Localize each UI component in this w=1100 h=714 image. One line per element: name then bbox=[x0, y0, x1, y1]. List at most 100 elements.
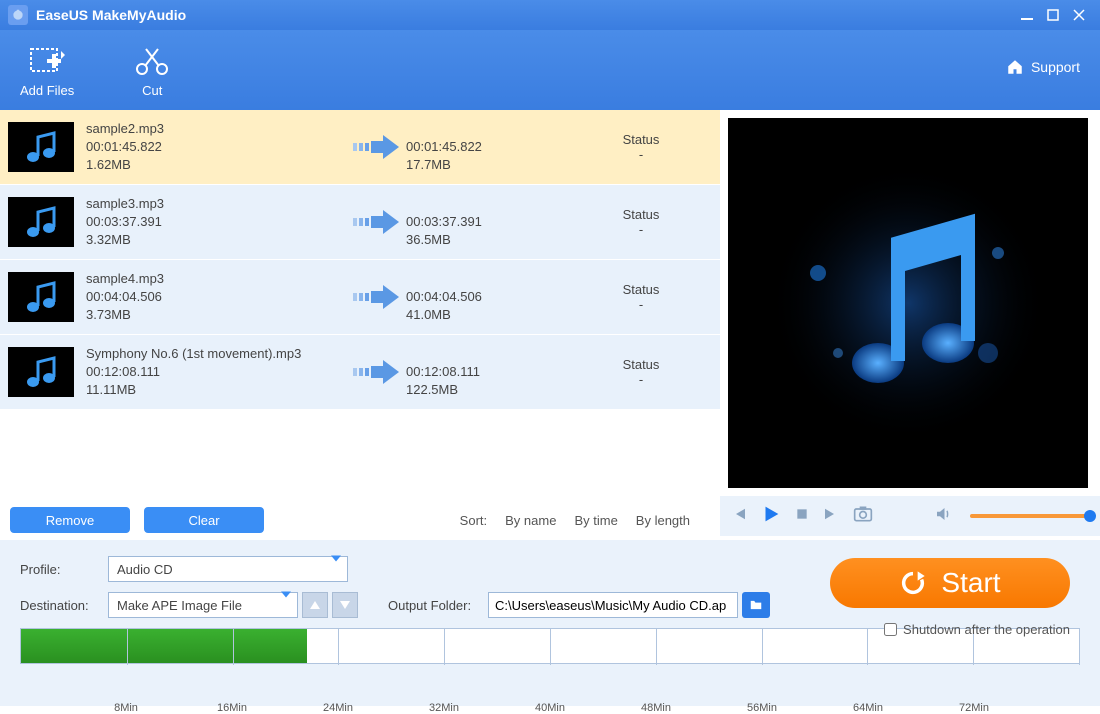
refresh-icon bbox=[899, 569, 927, 597]
cut-label: Cut bbox=[142, 83, 162, 98]
status-label: Status bbox=[586, 357, 696, 372]
timeline-tick: 40Min bbox=[535, 702, 565, 714]
timeline-tick: 8Min bbox=[114, 702, 138, 714]
arrow-icon bbox=[346, 208, 406, 236]
file-status: Status- bbox=[586, 282, 696, 312]
file-name: sample4.mp3 bbox=[86, 270, 346, 288]
output-duration: 00:03:37.391 bbox=[406, 213, 586, 231]
add-files-label: Add Files bbox=[20, 83, 74, 98]
sort-by-length[interactable]: By length bbox=[636, 513, 690, 528]
close-button[interactable] bbox=[1066, 5, 1092, 25]
file-status: Status- bbox=[586, 357, 696, 387]
profile-value: Audio CD bbox=[117, 562, 173, 577]
file-info-output: 00:12:08.111122.5MB bbox=[406, 345, 586, 400]
destination-select[interactable]: Make APE Image File bbox=[108, 592, 298, 618]
timeline-tick: 72Min bbox=[959, 702, 989, 714]
status-label: Status bbox=[586, 282, 696, 297]
file-duration: 00:12:08.111 bbox=[86, 363, 346, 381]
clear-button[interactable]: Clear bbox=[144, 507, 264, 533]
prev-track-button[interactable] bbox=[730, 505, 748, 528]
music-note-icon bbox=[758, 153, 1058, 453]
output-size: 41.0MB bbox=[406, 306, 586, 324]
file-duration: 00:04:04.506 bbox=[86, 288, 346, 306]
next-track-button[interactable] bbox=[822, 505, 840, 528]
move-up-button[interactable] bbox=[302, 592, 328, 618]
browse-folder-button[interactable] bbox=[742, 592, 770, 618]
player-controls bbox=[720, 496, 1100, 536]
preview-canvas bbox=[728, 118, 1088, 488]
file-row[interactable]: sample2.mp300:01:45.8221.62MB 00:01:45.8… bbox=[0, 110, 720, 185]
add-files-icon bbox=[27, 43, 67, 79]
profile-select[interactable]: Audio CD bbox=[108, 556, 348, 582]
chevron-down-icon bbox=[281, 598, 291, 613]
play-button[interactable] bbox=[760, 503, 782, 530]
sort-label: Sort: bbox=[460, 513, 487, 528]
file-row[interactable]: sample4.mp300:04:04.5063.73MB 00:04:04.5… bbox=[0, 260, 720, 335]
file-info-output: 00:04:04.50641.0MB bbox=[406, 270, 586, 325]
status-label: Status bbox=[586, 207, 696, 222]
output-size: 17.7MB bbox=[406, 156, 586, 174]
move-down-button[interactable] bbox=[332, 592, 358, 618]
destination-value: Make APE Image File bbox=[117, 598, 242, 613]
output-folder-label: Output Folder: bbox=[388, 598, 488, 613]
stop-button[interactable] bbox=[794, 506, 810, 527]
status-value: - bbox=[586, 222, 696, 237]
start-label: Start bbox=[941, 567, 1000, 599]
titlebar: EaseUS MakeMyAudio bbox=[0, 0, 1100, 30]
chevron-down-icon bbox=[331, 562, 341, 577]
status-label: Status bbox=[586, 132, 696, 147]
file-duration: 00:01:45.822 bbox=[86, 138, 346, 156]
volume-slider[interactable] bbox=[970, 514, 1090, 518]
sort-by-name[interactable]: By name bbox=[505, 513, 556, 528]
file-thumbnail bbox=[8, 122, 74, 172]
destination-label: Destination: bbox=[20, 598, 108, 613]
home-icon bbox=[1005, 58, 1025, 76]
folder-icon bbox=[748, 598, 764, 612]
support-link[interactable]: Support bbox=[1005, 58, 1080, 76]
bottom-panel: Profile: Audio CD Destination: Make APE … bbox=[0, 540, 1100, 706]
shutdown-checkbox[interactable] bbox=[884, 623, 897, 636]
timeline-tick: 56Min bbox=[747, 702, 777, 714]
remove-button[interactable]: Remove bbox=[10, 507, 130, 533]
output-duration: 00:12:08.111 bbox=[406, 363, 586, 381]
file-info-output: 00:03:37.39136.5MB bbox=[406, 195, 586, 250]
status-value: - bbox=[586, 372, 696, 387]
file-name: Symphony No.6 (1st movement).mp3 bbox=[86, 345, 346, 363]
output-duration: 00:01:45.822 bbox=[406, 138, 586, 156]
profile-label: Profile: bbox=[20, 562, 108, 577]
minimize-button[interactable] bbox=[1014, 5, 1040, 25]
file-status: Status- bbox=[586, 132, 696, 162]
arrow-icon bbox=[346, 133, 406, 161]
output-duration: 00:04:04.506 bbox=[406, 288, 586, 306]
timeline-tick: 16Min bbox=[217, 702, 247, 714]
file-name: sample3.mp3 bbox=[86, 195, 346, 213]
status-value: - bbox=[586, 297, 696, 312]
shutdown-option[interactable]: Shutdown after the operation bbox=[884, 622, 1070, 637]
timeline-tick: 32Min bbox=[429, 702, 459, 714]
output-folder-input[interactable] bbox=[488, 592, 738, 618]
start-button[interactable]: Start bbox=[830, 558, 1070, 608]
shutdown-label: Shutdown after the operation bbox=[903, 622, 1070, 637]
file-row[interactable]: Symphony No.6 (1st movement).mp300:12:08… bbox=[0, 335, 720, 410]
file-thumbnail bbox=[8, 197, 74, 247]
maximize-button[interactable] bbox=[1040, 5, 1066, 25]
volume-icon[interactable] bbox=[934, 505, 952, 528]
file-name: sample2.mp3 bbox=[86, 120, 346, 138]
scissors-icon bbox=[134, 43, 170, 79]
cut-button[interactable]: Cut bbox=[134, 43, 170, 98]
status-value: - bbox=[586, 147, 696, 162]
snapshot-button[interactable] bbox=[852, 504, 874, 529]
timeline-tick: 48Min bbox=[641, 702, 671, 714]
file-size: 3.32MB bbox=[86, 231, 346, 249]
output-size: 122.5MB bbox=[406, 381, 586, 399]
sort-by-time[interactable]: By time bbox=[574, 513, 617, 528]
file-size: 3.73MB bbox=[86, 306, 346, 324]
file-size: 11.11MB bbox=[86, 381, 346, 399]
add-files-button[interactable]: Add Files bbox=[20, 43, 74, 98]
file-row[interactable]: sample3.mp300:03:37.3913.32MB 00:03:37.3… bbox=[0, 185, 720, 260]
app-title: EaseUS MakeMyAudio bbox=[36, 7, 186, 23]
file-list: sample2.mp300:01:45.8221.62MB 00:01:45.8… bbox=[0, 110, 720, 540]
file-info-source: sample3.mp300:03:37.3913.32MB bbox=[86, 195, 346, 250]
file-thumbnail bbox=[8, 272, 74, 322]
toolbar: Add Files Cut Support bbox=[0, 30, 1100, 110]
